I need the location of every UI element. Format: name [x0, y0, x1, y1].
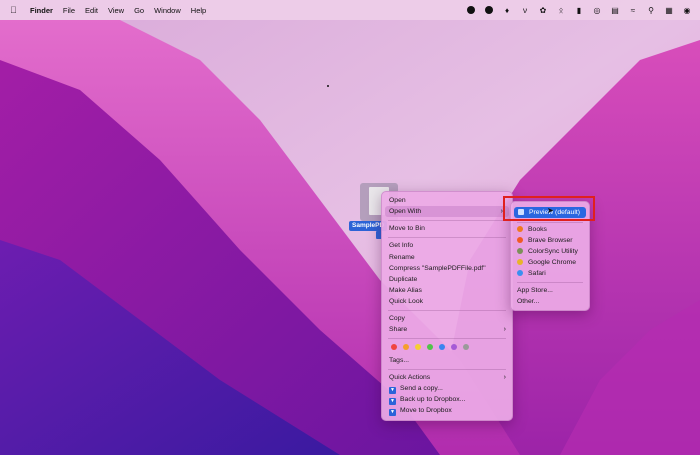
- tag-blue[interactable]: [439, 344, 445, 350]
- menu-item-quick-actions[interactable]: Quick Actions ›: [382, 372, 512, 383]
- books-app-icon: [517, 226, 523, 232]
- menu-item-brave-browser[interactable]: Brave Browser: [511, 235, 589, 246]
- menu-item-send-copy[interactable]: ▼ Send a copy...: [382, 383, 512, 394]
- minus-circle-icon[interactable]: [482, 0, 496, 20]
- quick-actions-label: Quick Actions: [389, 374, 431, 381]
- desktop-speck: [327, 85, 329, 87]
- menubar:  Finder File Edit View Go Window Help ♦…: [0, 0, 700, 20]
- menu-divider: [388, 237, 506, 238]
- menu-divider: [388, 220, 506, 221]
- tag-purple[interactable]: [451, 344, 457, 350]
- dropbox-icon[interactable]: ♦: [500, 0, 514, 20]
- menu-item-back-up-dropbox[interactable]: ▼ Back up to Dropbox...: [382, 394, 512, 405]
- mouse-cursor-icon: ➤: [547, 206, 554, 215]
- menu-item-other[interactable]: Other...: [511, 296, 589, 307]
- context-menu: Open Open With › Move to Bin Get Info Re…: [381, 191, 513, 421]
- menu-item-get-info[interactable]: Get Info: [382, 240, 512, 251]
- menu-view[interactable]: View: [108, 6, 124, 15]
- safari-app-icon: [517, 270, 523, 276]
- menu-finder[interactable]: Finder: [30, 6, 53, 15]
- menu-help[interactable]: Help: [191, 6, 206, 15]
- wifi-icon[interactable]: ≈: [626, 0, 640, 20]
- transfer-icon: ▼: [389, 387, 396, 394]
- menu-item-app-store[interactable]: App Store...: [511, 285, 589, 296]
- menu-item-share[interactable]: Share ›: [382, 324, 512, 335]
- menu-divider: [517, 282, 583, 283]
- tag-orange[interactable]: [403, 344, 409, 350]
- share-label: Share: [389, 326, 408, 333]
- menu-item-google-chrome[interactable]: Google Chrome: [511, 257, 589, 268]
- chrome-app-icon: [517, 259, 523, 265]
- status-area: ♦ ν ✿ ᛟ ▮ ◎ ▤ ≈ ⚲ ▦ ◉: [460, 0, 694, 20]
- menu-go[interactable]: Go: [134, 6, 144, 15]
- siri-icon[interactable]: ◉: [680, 0, 694, 20]
- tag-colors: [391, 344, 475, 350]
- back-up-label: Back up to Dropbox...: [400, 396, 466, 403]
- move-to-dropbox-label: Move to Dropbox: [400, 407, 452, 414]
- menu-item-open[interactable]: Open: [382, 195, 512, 206]
- menu-window[interactable]: Window: [154, 6, 181, 15]
- menu-item-open-with[interactable]: Open With ›: [385, 206, 509, 217]
- safari-label: Safari: [528, 270, 546, 277]
- brave-app-icon: [517, 237, 523, 243]
- send-copy-label: Send a copy...: [400, 385, 443, 392]
- control-center-icon[interactable]: ▦: [662, 0, 676, 20]
- colorsync-label: ColorSync Utility: [528, 248, 578, 255]
- menu-item-tags[interactable]: Tags...: [382, 355, 512, 366]
- menu-divider: [388, 369, 506, 370]
- menu-divider: [388, 338, 506, 339]
- menu-item-compress[interactable]: Compress "SamplePDFFile.pdf": [382, 263, 512, 274]
- chevron-right-icon: ›: [503, 326, 506, 333]
- tag-red[interactable]: [391, 344, 397, 350]
- menu-item-move-to-bin[interactable]: Move to Bin: [382, 223, 512, 234]
- chrome-label: Google Chrome: [528, 259, 576, 266]
- apple-icon[interactable]: : [10, 5, 24, 15]
- tag-yellow[interactable]: [415, 344, 421, 350]
- menu-file[interactable]: File: [63, 6, 75, 15]
- menu-item-colorsync-utility[interactable]: ColorSync Utility: [511, 246, 589, 257]
- menu-divider: [517, 222, 583, 223]
- menu-item-duplicate[interactable]: Duplicate: [382, 274, 512, 285]
- menu-divider: [388, 310, 506, 311]
- search-icon[interactable]: ⚲: [644, 0, 658, 20]
- target-icon[interactable]: ◎: [590, 0, 604, 20]
- menu-item-copy[interactable]: Copy: [382, 313, 512, 324]
- menu-item-make-alias[interactable]: Make Alias: [382, 285, 512, 296]
- tag-green[interactable]: [427, 344, 433, 350]
- menu-edit[interactable]: Edit: [85, 6, 98, 15]
- menubar-toggle-icon[interactable]: ▤: [608, 0, 622, 20]
- menu-item-books[interactable]: Books: [511, 224, 589, 235]
- menu-item-rename[interactable]: Rename: [382, 252, 512, 263]
- chevron-right-icon: ›: [503, 374, 506, 381]
- menu-item-safari[interactable]: Safari: [511, 268, 589, 279]
- colorsync-app-icon: [517, 248, 523, 254]
- brave-label: Brave Browser: [528, 237, 573, 244]
- bug-icon[interactable]: ✿: [536, 0, 550, 20]
- menu-item-quick-look[interactable]: Quick Look: [382, 296, 512, 307]
- bluetooth-icon[interactable]: ᛟ: [554, 0, 568, 20]
- v-icon[interactable]: ν: [518, 0, 532, 20]
- battery-icon[interactable]: ▮: [572, 0, 586, 20]
- record-icon[interactable]: [464, 0, 478, 20]
- tag-gray[interactable]: [463, 344, 469, 350]
- open-with-label: Open With: [389, 208, 422, 215]
- dropbox-action-icon: ▼: [389, 398, 396, 405]
- books-label: Books: [528, 226, 547, 233]
- dropbox-action-icon: ▼: [389, 409, 396, 416]
- menu-item-move-to-dropbox[interactable]: ▼ Move to Dropbox: [382, 405, 512, 416]
